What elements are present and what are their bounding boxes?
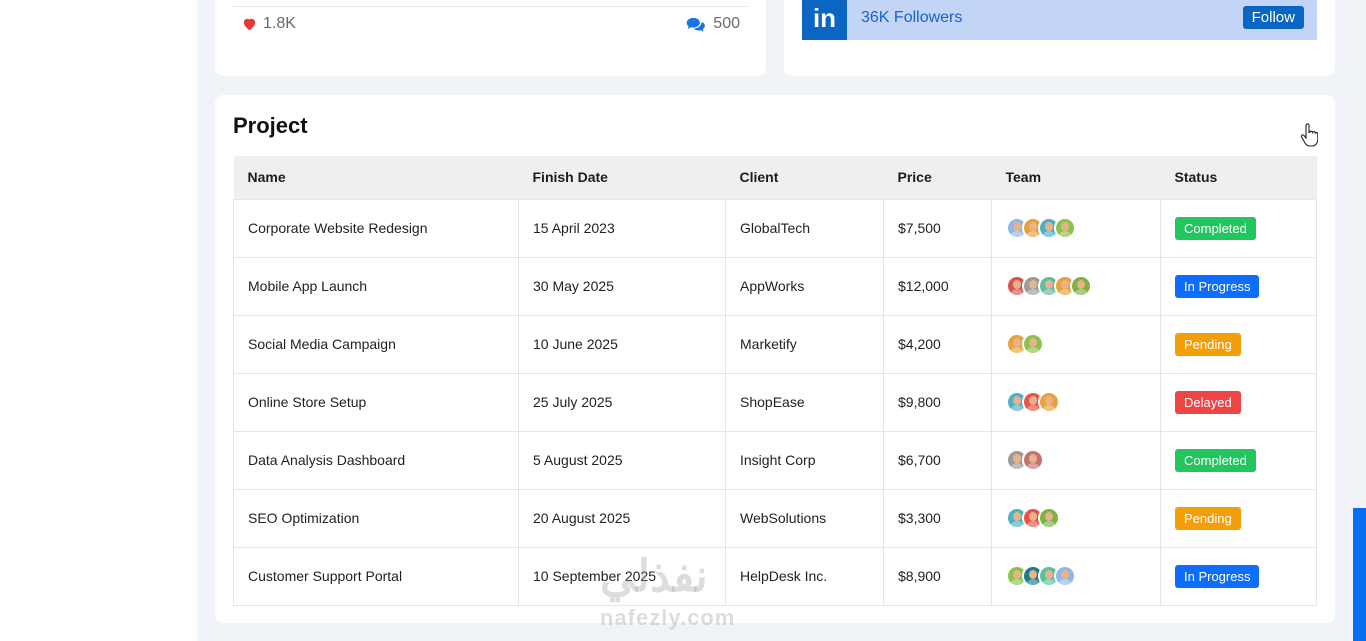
project-name-cell: Data Analysis Dashboard [233,430,519,490]
price-cell: $7,500 [883,198,992,258]
watermark: نفذلي nafezly.com [600,555,735,631]
client-cell: Marketify [725,314,884,374]
avatar[interactable] [1022,449,1044,471]
heart-icon [243,18,256,31]
project-title: Project [233,113,308,138]
status-badge: Pending [1175,506,1241,530]
status-cell: Completed [1160,430,1317,490]
price-cell: $12,000 [883,256,992,316]
linkedin-followers-text: 36K Followers [861,9,963,26]
avatar[interactable] [1054,217,1076,239]
likes-count[interactable]: 1.8K [242,15,296,33]
scrollbar-thumb[interactable] [1353,508,1366,641]
team-cell [991,198,1161,258]
status-badge: Completed [1175,448,1256,472]
avatar[interactable] [1022,333,1044,355]
table-header-row: Name Finish Date Client Price Team Statu… [233,156,1317,199]
status-badge: In Progress [1175,274,1260,298]
status-badge: Delayed [1175,390,1241,414]
table-row[interactable]: Customer Support Portal 10 September 2025… [233,546,1317,606]
divider [233,6,748,7]
price-cell: $9,800 [883,372,992,432]
avatar[interactable] [1038,391,1060,413]
price-cell: $6,700 [883,430,992,490]
team-cell [991,372,1161,432]
project-name-cell: Corporate Website Redesign [233,198,519,258]
team-avatars [1006,333,1160,355]
status-badge: Completed [1175,216,1256,240]
linkedin-icon: in [802,0,847,40]
watermark-arabic: نفذلي [600,552,708,601]
comments-count[interactable]: 500 [686,15,740,33]
team-cell [991,256,1161,316]
team-avatars [1006,391,1160,413]
status-cell: Pending [1160,314,1317,374]
team-avatars [1006,507,1160,529]
hand-cursor-icon [1300,123,1318,147]
project-name-cell: Social Media Campaign [233,314,519,374]
project-name-cell: Online Store Setup [233,372,519,432]
comments-icon [687,17,706,31]
watermark-latin: nafezly.com [600,605,736,630]
client-cell: AppWorks [725,256,884,316]
finish-date-cell: 5 August 2025 [518,430,726,490]
column-header-status[interactable]: Status [1160,156,1317,199]
team-cell [991,430,1161,490]
client-cell: ShopEase [725,372,884,432]
project-name-cell: Mobile App Launch [233,256,519,316]
client-cell: WebSolutions [725,488,884,548]
project-name-cell: Customer Support Portal [233,546,519,606]
project-table: Name Finish Date Client Price Team Statu… [233,156,1317,606]
team-cell [991,314,1161,374]
team-avatars [1006,275,1160,297]
status-badge: In Progress [1175,564,1260,588]
column-header-price[interactable]: Price [883,156,992,199]
avatar[interactable] [1054,565,1076,587]
team-avatars [1006,565,1160,587]
table-row[interactable]: Corporate Website Redesign 15 April 2023 G… [233,198,1317,258]
column-header-name[interactable]: Name [233,156,519,199]
status-cell: Delayed [1160,372,1317,432]
finish-date-cell: 10 June 2025 [518,314,726,374]
price-cell: $8,900 [883,546,992,606]
finish-date-cell: 20 August 2025 [518,488,726,548]
avatar[interactable] [1070,275,1092,297]
client-cell: HelpDesk Inc. [725,546,884,606]
linkedin-followers-bar: in 36K Followers Follow [802,0,1317,40]
client-cell: GlobalTech [725,198,884,258]
client-cell: Insight Corp [725,430,884,490]
table-row[interactable]: Mobile App Launch 30 May 2025 AppWorks $12,… [233,256,1317,316]
table-row[interactable]: Data Analysis Dashboard 5 August 2025 Insi… [233,430,1317,490]
comments-value: 500 [713,15,740,32]
team-cell [991,546,1161,606]
linkedin-card: in 36K Followers Follow [784,0,1335,76]
project-card: Project Name Finish Date Client Price Te… [215,95,1335,623]
column-header-finish-date[interactable]: Finish Date [518,156,726,199]
team-cell [991,488,1161,548]
team-avatars [1006,449,1160,471]
table-row[interactable]: SEO Optimization 20 August 2025 WebSolutio… [233,488,1317,548]
price-cell: $3,300 [883,488,992,548]
finish-date-cell: 15 April 2023 [518,198,726,258]
price-cell: $4,200 [883,314,992,374]
table-row[interactable]: Social Media Campaign 10 June 2025 Marketi… [233,314,1317,374]
status-cell: In Progress [1160,256,1317,316]
avatar[interactable] [1038,507,1060,529]
finish-date-cell: 25 July 2025 [518,372,726,432]
status-cell: Completed [1160,198,1317,258]
column-header-client[interactable]: Client [725,156,884,199]
status-badge: Pending [1175,332,1241,356]
finish-date-cell: 30 May 2025 [518,256,726,316]
social-stats-card: 1.8K 500 [215,0,766,76]
team-avatars [1006,217,1160,239]
sidebar [0,0,197,641]
status-cell: In Progress [1160,546,1317,606]
status-cell: Pending [1160,488,1317,548]
project-name-cell: SEO Optimization [233,488,519,548]
likes-value: 1.8K [263,15,296,32]
follow-button[interactable]: Follow [1242,6,1304,29]
table-row[interactable]: Online Store Setup 25 July 2025 ShopEase $9… [233,372,1317,432]
column-header-team[interactable]: Team [991,156,1161,199]
